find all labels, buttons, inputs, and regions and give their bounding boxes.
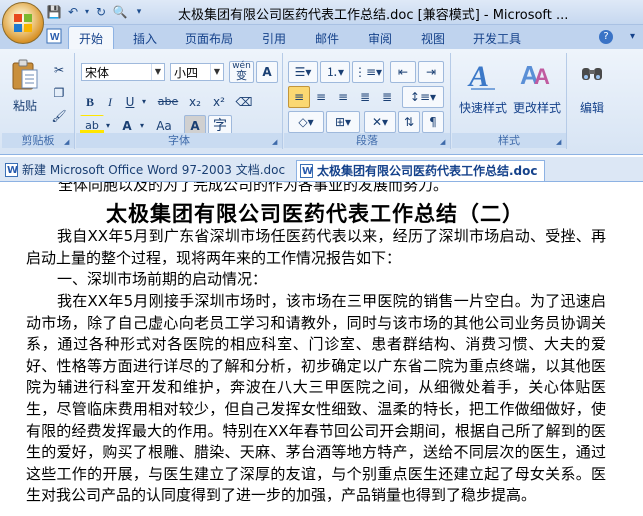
tab-view[interactable]: 视图 — [421, 30, 445, 47]
paragraph-dialog-launcher-icon[interactable]: ◢ — [440, 138, 448, 146]
paragraph-heading-1: 一、深圳市场前期的启动情况： — [57, 270, 268, 288]
svg-text:A: A — [467, 60, 489, 92]
sort-icon[interactable]: ⇅ — [398, 111, 420, 133]
paragraph-body-1: 我在XX年5月刚接手深圳市场时，该市场在三甲医院的销售一片空白。为了迅速启动市场… — [26, 292, 606, 505]
copy-icon[interactable]: ❐ — [48, 82, 70, 104]
tab-references[interactable]: 引用 — [262, 30, 286, 47]
tab-insert[interactable]: 插入 — [133, 30, 157, 47]
help-icon[interactable]: ? — [599, 30, 613, 44]
font-group-label: 字体 — [76, 133, 282, 148]
tab-mailings[interactable]: 邮件 — [315, 30, 339, 47]
svg-text:A: A — [534, 64, 550, 89]
justify-icon[interactable]: ≣ — [354, 86, 376, 108]
bullets-icon[interactable]: ☰▾ — [288, 61, 318, 83]
line-spacing-icon[interactable]: ↕≡▾ — [402, 86, 444, 108]
chinese-layout-icon[interactable]: ✕▾ — [364, 111, 396, 133]
ribbon: 粘贴 ✂ ❐ 🖌 剪贴板 ◢ 宋体 ▼ 小四 ▼ wén 变 A B I U ▾ … — [0, 49, 643, 155]
doc-tab-label: 太极集团有限公司医药代表工作总结.doc — [317, 164, 538, 178]
customize-qat-icon[interactable]: ▾ — [131, 4, 147, 20]
borders-icon[interactable]: ⊞▾ — [326, 111, 360, 133]
cut-icon[interactable]: ✂ — [48, 59, 70, 81]
group-paragraph: ☰▾ ⒈▾ ⋮≡▾ ⇤ ⇥ ≡ ≡ ≡ ≣ ≣ ↕≡▾ ◇▾ ⊞▾ ✕▾ ⇅ ¶… — [284, 53, 451, 149]
save-icon[interactable]: 💾 — [46, 4, 62, 20]
quick-styles-label: 快速样式 — [458, 101, 507, 115]
increase-indent-icon[interactable]: ⇥ — [418, 61, 444, 83]
document-page[interactable]: 全体同胞以及的为了完成公司的作为各事业的发展而努力。 太极集团有限公司医药代表工… — [0, 182, 643, 516]
font-name-combo[interactable]: 宋体 ▼ — [81, 63, 165, 81]
svg-text:W: W — [50, 32, 60, 43]
font-name-dropdown-icon[interactable]: ▼ — [151, 64, 164, 80]
numbering-icon[interactable]: ⒈▾ — [320, 61, 350, 83]
styles-group-label: 样式 — [452, 133, 566, 148]
print-preview-icon[interactable]: 🔍 — [112, 4, 128, 20]
subscript-button[interactable]: x₂ — [184, 91, 206, 113]
font-name-value: 宋体 — [85, 66, 110, 80]
office-button[interactable] — [2, 2, 44, 44]
quick-styles-icon: A — [467, 60, 495, 92]
distributed-icon[interactable]: ≣ — [376, 86, 398, 108]
italic-button[interactable]: I — [100, 91, 120, 113]
paste-button[interactable]: 粘贴 — [5, 55, 45, 117]
change-styles-button[interactable]: A A 更改样式 — [510, 55, 564, 119]
doc-tab-current-document[interactable]: 太极集团有限公司医药代表工作总结.doc — [296, 160, 545, 182]
doc-tab-new-document[interactable]: 新建 Microsoft Office Word 97-2003 文档.doc — [2, 160, 286, 181]
word-doc-icon — [5, 161, 18, 181]
strikethrough-button[interactable]: abe — [154, 91, 182, 113]
font-dialog-launcher-icon[interactable]: ◢ — [272, 138, 280, 146]
document-tabs: 新建 Microsoft Office Word 97-2003 文档.doc … — [0, 157, 643, 182]
document-title: 太极集团有限公司医药代表工作总结（二） — [106, 202, 524, 226]
font-size-value: 小四 — [174, 66, 199, 80]
cut-off-text-line: 全体同胞以及的为了完成公司的作为各事业的发展而努力。 — [58, 182, 449, 194]
paragraph-intro: 我自XX年5月到广东省深圳市场任医药代表以来，经历了深圳市场启动、受挫、再启动上… — [26, 227, 606, 267]
change-styles-label: 更改样式 — [512, 101, 561, 115]
clear-format-icon[interactable]: ⌫ — [232, 91, 256, 113]
group-styles: A 快速样式 A A 更改样式 样式 ◢ — [452, 53, 567, 149]
change-styles-icon: A A — [520, 60, 550, 90]
shading-icon[interactable]: ◇▾ — [288, 111, 324, 133]
office-logo-icon — [14, 14, 32, 32]
styles-dialog-launcher-icon[interactable]: ◢ — [556, 138, 564, 146]
group-editing: 编辑 — [568, 53, 614, 149]
align-left-icon[interactable]: ≡ — [288, 86, 310, 108]
quick-access-toolbar: 💾 ↶ ▾ ↻ 🔍 ▾ — [46, 3, 147, 21]
ribbon-tabs: W 开始 插入 页面布局 引用 邮件 审阅 视图 开发工具 ? ▾ — [0, 25, 643, 52]
superscript-button[interactable]: x² — [208, 91, 230, 113]
paragraph-group-label: 段落 — [284, 133, 450, 148]
redo-icon[interactable]: ↻ — [93, 4, 109, 20]
undo-icon[interactable]: ↶ — [65, 4, 81, 20]
bold-button[interactable]: B — [80, 91, 100, 113]
show-marks-icon[interactable]: ¶ — [422, 111, 444, 133]
underline-dropdown-icon[interactable]: ▾ — [138, 91, 150, 113]
clipboard-dialog-launcher-icon[interactable]: ◢ — [64, 138, 72, 146]
ribbon-minimize-icon[interactable]: ▾ — [630, 31, 635, 42]
binoculars-icon — [582, 68, 602, 80]
paste-icon — [12, 59, 38, 90]
quick-styles-button[interactable]: A 快速样式 — [456, 55, 510, 119]
underline-button[interactable]: U — [120, 91, 140, 113]
tab-review[interactable]: 审阅 — [368, 30, 392, 47]
align-center-icon[interactable]: ≡ — [310, 86, 332, 108]
tab-page-layout[interactable]: 页面布局 — [185, 30, 233, 47]
phonetic-guide-button[interactable]: wén 变 — [229, 61, 254, 83]
title-bar: 💾 ↶ ▾ ↻ 🔍 ▾ 太极集团有限公司医药代表工作总结.doc [兼容模式] … — [0, 0, 643, 25]
word-doc-icon — [300, 162, 313, 182]
mini-word-icon[interactable]: W — [46, 28, 62, 47]
char-border-button[interactable]: A — [256, 61, 278, 83]
font-size-combo[interactable]: 小四 ▼ — [170, 63, 224, 81]
editing-button[interactable]: 编辑 — [572, 55, 612, 119]
undo-dropdown-icon[interactable]: ▾ — [84, 4, 90, 20]
decrease-indent-icon[interactable]: ⇤ — [390, 61, 416, 83]
paste-label: 粘贴 — [12, 99, 37, 113]
align-right-icon[interactable]: ≡ — [332, 86, 354, 108]
group-clipboard: 粘贴 ✂ ❐ 🖌 剪贴板 ◢ — [2, 53, 75, 149]
tab-developer[interactable]: 开发工具 — [473, 30, 521, 47]
multilevel-list-icon[interactable]: ⋮≡▾ — [352, 61, 384, 83]
doc-tab-label: 新建 Microsoft Office Word 97-2003 文档.doc — [22, 163, 286, 177]
group-font: 宋体 ▼ 小四 ▼ wén 变 A B I U ▾ abe x₂ x² ⌫ ab … — [76, 53, 283, 149]
editing-label: 编辑 — [579, 101, 604, 115]
format-painter-icon[interactable]: 🖌 — [48, 105, 70, 127]
font-size-dropdown-icon[interactable]: ▼ — [210, 64, 223, 80]
window-title: 太极集团有限公司医药代表工作总结.doc [兼容模式] - Microsoft … — [178, 8, 569, 23]
